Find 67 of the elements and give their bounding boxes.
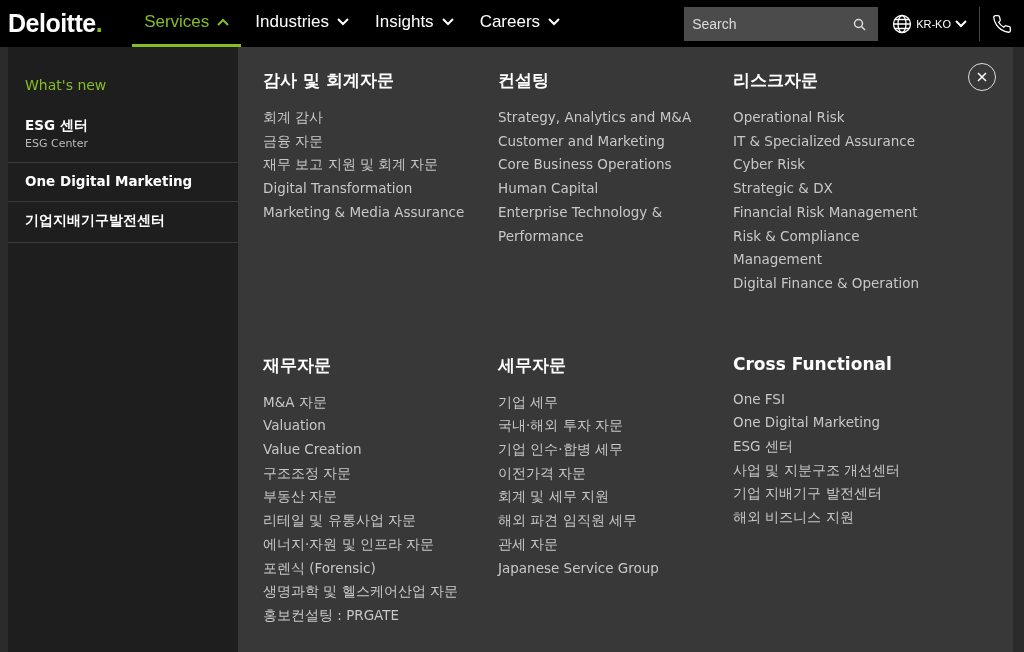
language-selector[interactable]: KR-KO — [878, 6, 980, 41]
menu-link[interactable]: Financial Risk Management — [733, 200, 938, 225]
menu-link[interactable]: Strategy, Analytics and M&A — [498, 106, 703, 130]
menu-link[interactable]: ESG 센터 — [733, 435, 938, 459]
section-heading: 세무자문 — [498, 353, 566, 377]
section-heading: 컨설팅 — [498, 69, 549, 92]
globe-icon — [892, 13, 913, 34]
menu-link[interactable]: 이전가격 자문 — [498, 461, 703, 486]
menu-link[interactable]: 기업 지배기구 발전센터 — [733, 482, 938, 507]
menu-link[interactable]: 회계 및 세무 지원 — [498, 485, 703, 510]
menu-link[interactable]: One FSI — [733, 387, 938, 412]
menu-link[interactable]: Operational Risk — [733, 106, 938, 130]
sidebar-item-title: 기업지배기구발전센터 — [25, 212, 166, 230]
nav-tab[interactable]: Industries — [243, 0, 362, 47]
menu-link[interactable]: Strategic & DX — [733, 177, 938, 201]
menu-link[interactable]: 에너지·자원 및 인프라 자문 — [263, 532, 468, 557]
chevron-icon — [548, 18, 561, 26]
menu-link[interactable]: Japanese Service Group — [498, 556, 703, 581]
menu-link[interactable]: 국내·해외 투자 자문 — [498, 414, 703, 439]
chevron-icon — [337, 18, 350, 26]
logo[interactable]: Deloitte. — [0, 9, 133, 38]
menu-link[interactable]: 기업 세무 — [498, 390, 703, 415]
search-field[interactable]: Search — [684, 6, 879, 41]
menu-link[interactable]: 리테일 및 유통사업 자문 — [263, 509, 468, 533]
menu-link[interactable]: Cyber Risk — [733, 153, 938, 178]
menu-link[interactable]: Risk & Compliance Management — [733, 224, 938, 272]
section-heading: 재무자문 — [263, 353, 331, 377]
nav-tab[interactable]: Insights — [363, 0, 466, 47]
menu-link[interactable]: 재무 보고 지원 및 회계 자문 — [263, 153, 468, 178]
nav-tab[interactable]: Careers — [467, 0, 573, 47]
menu-link[interactable]: 금융 자문 — [263, 129, 468, 154]
menu-link[interactable]: M&A 자문 — [263, 390, 468, 415]
menu-link[interactable]: 해외 비즈니스 지원 — [733, 506, 938, 530]
menu-link[interactable]: 사업 및 지분구조 개선센터 — [733, 458, 938, 483]
sidebar-item-title: One Digital Marketing — [25, 173, 194, 189]
phone-icon — [992, 13, 1012, 34]
menu-link[interactable]: 생명과학 및 헬스케어산업 자문 — [263, 580, 468, 604]
close-icon — [977, 72, 987, 82]
sidebar-heading: What's new — [24, 76, 108, 95]
menu-link[interactable]: 기업 인수·합병 세무 — [498, 438, 703, 462]
menu-link[interactable]: Digital Transformation — [263, 177, 468, 201]
menu-link[interactable]: Customer and Marketing — [498, 129, 703, 154]
section-heading: Cross Functional — [733, 353, 892, 374]
menu-link[interactable]: 부동산 자문 — [263, 485, 468, 510]
menu-link[interactable]: 홍보컨설팅 : PRGATE — [263, 603, 468, 628]
menu-link[interactable]: IT & Specialized Assurance — [733, 129, 938, 154]
menu-link[interactable]: 회계 감사 — [263, 106, 468, 130]
section-heading: 리스크자문 — [733, 69, 818, 92]
menu-link[interactable]: 포렌식 (Forensic) — [263, 556, 468, 581]
menu-link[interactable]: Marketing & Media Assurance — [263, 200, 468, 225]
sidebar-item-subtitle: ESG Center — [25, 137, 89, 150]
menu-link[interactable]: One Digital Marketing — [733, 411, 938, 436]
menu-link[interactable]: Core Business Operations — [498, 153, 703, 178]
menu-link[interactable]: Valuation — [263, 414, 468, 439]
search-icon — [853, 17, 867, 31]
chevron-icon — [955, 19, 967, 28]
menu-link[interactable]: 관세 자문 — [498, 532, 703, 557]
menu-link[interactable]: Value Creation — [263, 438, 468, 462]
menu-link[interactable]: Digital Finance & Operation — [733, 271, 938, 296]
menu-link[interactable]: Human Capital — [498, 177, 703, 201]
sidebar-item-title: ESG 센터 — [25, 117, 89, 135]
menu-link[interactable]: 해외 파견 임직원 세무 — [498, 509, 703, 533]
chevron-icon — [441, 18, 454, 26]
section-heading: 감사 및 회계자문 — [263, 69, 394, 92]
chevron-icon — [217, 18, 230, 26]
menu-link[interactable]: 구조조정 자문 — [263, 461, 468, 486]
menu-link[interactable]: Enterprise Technology & Performance — [498, 200, 703, 249]
